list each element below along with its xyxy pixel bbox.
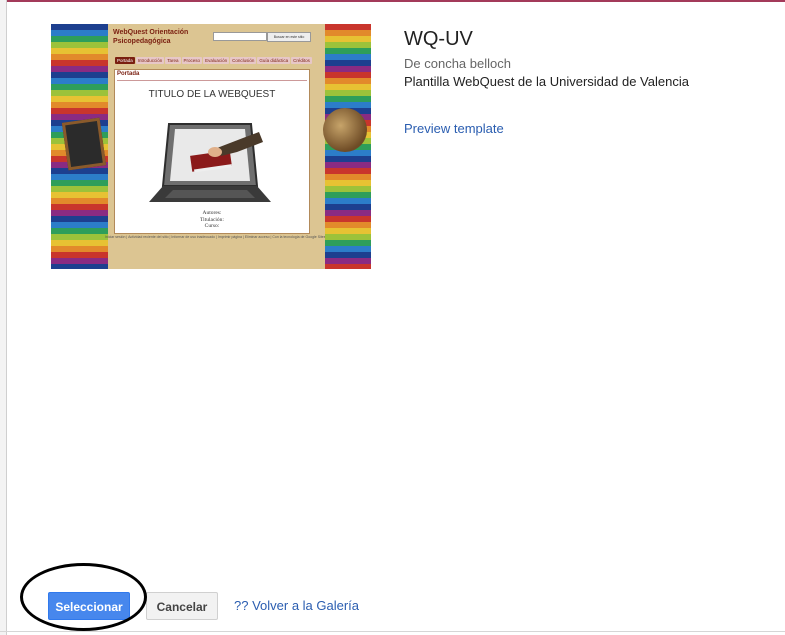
thumbnail-credit-line: Curso: [204,223,220,229]
template-title: WQ-UV [404,28,473,50]
template-author: De concha belloch [404,56,511,71]
cancel-button[interactable]: Cancelar [146,592,218,620]
template-description: Plantilla WebQuest de la Universidad de … [404,74,689,89]
top-border [0,0,785,2]
thumbnail-search-input [213,32,267,41]
thumbnail-credits: Autores: Titulación: Curso: [115,210,309,230]
background-page-edge [0,0,7,635]
thumbnail-page-label: Portada [117,71,140,77]
back-to-gallery-link[interactable]: ?? Volver a la Galería [234,598,359,613]
thumbnail-heading: TITULO DE LA WEBQUEST [148,89,276,100]
thumbnail-nav-item: Conclusión [230,57,257,64]
thumbnail-nav: Portada Introducción Tarea Proceso Evaluació… [115,49,315,66]
thumbnail-nav-item: Evaluación [203,57,230,64]
thumbnail-nav-item: Tarea [165,57,181,64]
template-preview-thumbnail: WebQuest Orientación Psicopedagógica Bus… [51,24,371,269]
thumbnail-nav-item: Portada [115,57,135,64]
globe-decoration [323,108,367,152]
thumbnail-divider [117,80,307,81]
thumbnail-search-button: Buscar en este sitio [267,32,311,42]
footer-divider [0,631,785,632]
select-button[interactable]: Seleccionar [48,592,130,620]
blackboard-decoration [61,117,107,171]
thumbnail-nav-item: Introducción [135,57,165,64]
thumbnail-site-title: WebQuest Orientación Psicopedagógica [113,29,189,45]
thumbnail-nav-item: Proceso [181,57,203,64]
laptop-book-illustration [149,123,271,202]
thumbnail-nav-item: Guía didáctica [257,57,291,64]
thumbnail-footer: Iniciar sesión | Actividad reciente del … [105,235,325,239]
preview-template-link[interactable]: Preview template [404,121,504,136]
thumbnail-content-area: Portada TITULO DE LA WEBQUEST Autores: T… [114,69,310,234]
thumbnail-nav-item: Créditos [291,57,312,64]
